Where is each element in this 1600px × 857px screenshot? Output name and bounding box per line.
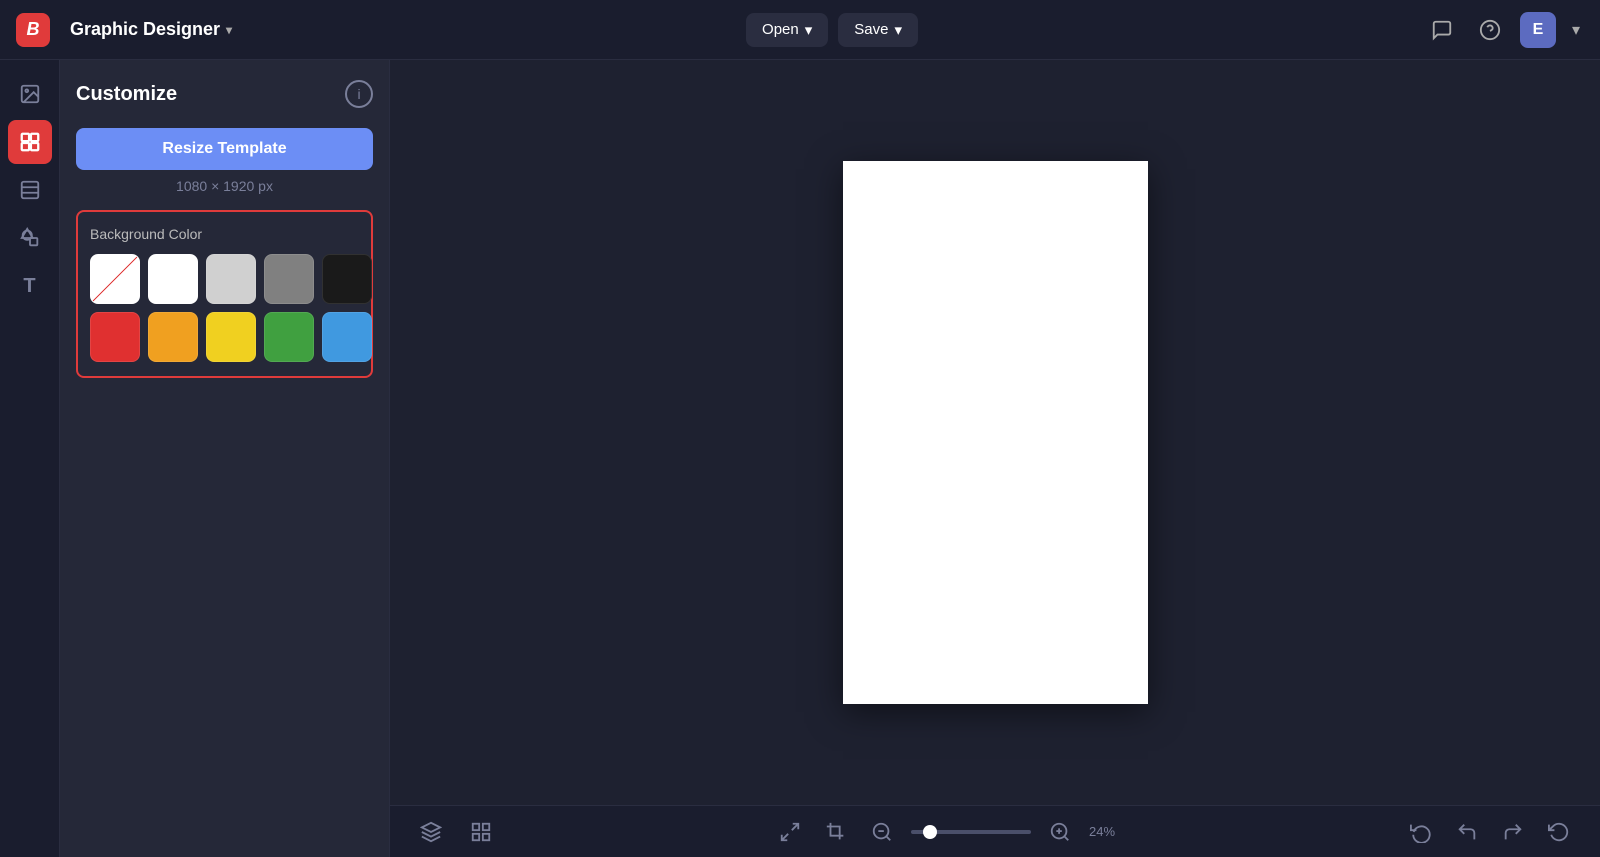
user-initial: E — [1533, 21, 1544, 39]
icon-bar: T — [0, 60, 60, 857]
project-name-label: Graphic Designer — [70, 19, 220, 40]
app-logo: B — [16, 13, 50, 47]
save-button[interactable]: Save ▾ — [838, 13, 918, 47]
redo-button[interactable] — [1496, 815, 1530, 849]
color-swatch-light-gray[interactable] — [206, 254, 256, 304]
resize-template-button[interactable]: Resize Template — [76, 128, 373, 170]
panel-title: Customize — [76, 83, 177, 106]
zoom-in-icon — [1049, 821, 1071, 843]
customize-icon — [19, 131, 41, 153]
zoom-slider[interactable] — [911, 830, 1031, 834]
topbar-left: B Graphic Designer ▾ — [16, 13, 240, 47]
comments-button[interactable] — [1424, 12, 1460, 48]
project-name-button[interactable]: Graphic Designer ▾ — [62, 13, 240, 46]
reset-button[interactable] — [1404, 815, 1438, 849]
main-layout: T Customize i Resize Template 1080 × 192… — [0, 60, 1600, 857]
canvas-area — [390, 60, 1600, 805]
bottom-bar: 24% — [390, 805, 1600, 857]
color-swatch-blue[interactable] — [322, 312, 372, 362]
text-icon: T — [23, 275, 35, 298]
open-chevron-icon: ▾ — [805, 21, 813, 39]
zoom-in-button[interactable] — [1043, 815, 1077, 849]
layers-button[interactable] — [414, 815, 448, 849]
history-button[interactable] — [1542, 815, 1576, 849]
color-swatch-orange[interactable] — [148, 312, 198, 362]
zoom-slider-container — [911, 830, 1031, 834]
color-swatch-white[interactable] — [148, 254, 198, 304]
history-icon — [1548, 821, 1570, 843]
crop-icon — [825, 821, 847, 843]
zoom-out-icon — [871, 821, 893, 843]
redo-icon — [1502, 821, 1524, 843]
fit-screen-button[interactable] — [773, 815, 807, 849]
open-label: Open — [762, 21, 799, 38]
image-icon — [19, 83, 41, 105]
color-swatch-red[interactable] — [90, 312, 140, 362]
elements-icon — [19, 227, 41, 249]
canvas-document — [843, 161, 1148, 704]
undo-icon — [1456, 821, 1478, 843]
fit-screen-icon — [779, 821, 801, 843]
help-icon — [1479, 19, 1501, 41]
sidebar-item-layout[interactable] — [8, 168, 52, 212]
bg-color-section: Background Color — [76, 210, 373, 378]
app-logo-letter: B — [27, 19, 40, 40]
save-label: Save — [854, 21, 888, 38]
sidebar-item-customize[interactable] — [8, 120, 52, 164]
bg-color-label: Background Color — [90, 226, 359, 242]
bottom-center-controls: 24% — [773, 815, 1129, 849]
undo-button[interactable] — [1450, 815, 1484, 849]
resize-template-label: Resize Template — [162, 140, 286, 157]
customize-panel: Customize i Resize Template 1080 × 1920 … — [60, 60, 390, 857]
info-icon-label: i — [357, 86, 360, 102]
sidebar-item-elements[interactable] — [8, 216, 52, 260]
topbar-right: E ▾ — [1424, 12, 1584, 48]
open-button[interactable]: Open ▾ — [746, 13, 828, 47]
sidebar-item-image[interactable] — [8, 72, 52, 116]
bottom-left — [414, 815, 498, 849]
info-button[interactable]: i — [345, 80, 373, 108]
color-swatch-black[interactable] — [322, 254, 372, 304]
zoom-out-button[interactable] — [865, 815, 899, 849]
color-grid — [90, 254, 359, 362]
panel-header: Customize i — [76, 80, 373, 108]
color-swatch-gray[interactable] — [264, 254, 314, 304]
layout-icon — [19, 179, 41, 201]
crop-button[interactable] — [819, 815, 853, 849]
topbar: B Graphic Designer ▾ Open ▾ Save ▾ — [0, 0, 1600, 60]
help-button[interactable] — [1472, 12, 1508, 48]
expand-button[interactable]: ▾ — [1568, 16, 1584, 44]
template-size: 1080 × 1920 px — [76, 178, 373, 194]
sidebar-item-text[interactable]: T — [8, 264, 52, 308]
bottom-right-controls — [1404, 815, 1576, 849]
topbar-center: Open ▾ Save ▾ — [746, 13, 918, 47]
project-chevron-icon: ▾ — [226, 23, 232, 37]
zoom-percentage: 24% — [1089, 824, 1129, 839]
grid-button[interactable] — [464, 815, 498, 849]
color-swatch-transparent[interactable] — [90, 254, 140, 304]
comments-icon — [1431, 19, 1453, 41]
layers-icon — [420, 821, 442, 843]
color-swatch-green[interactable] — [264, 312, 314, 362]
save-chevron-icon: ▾ — [894, 21, 902, 39]
user-avatar[interactable]: E — [1520, 12, 1556, 48]
reset-icon — [1410, 821, 1432, 843]
grid-icon — [470, 821, 492, 843]
color-swatch-yellow[interactable] — [206, 312, 256, 362]
